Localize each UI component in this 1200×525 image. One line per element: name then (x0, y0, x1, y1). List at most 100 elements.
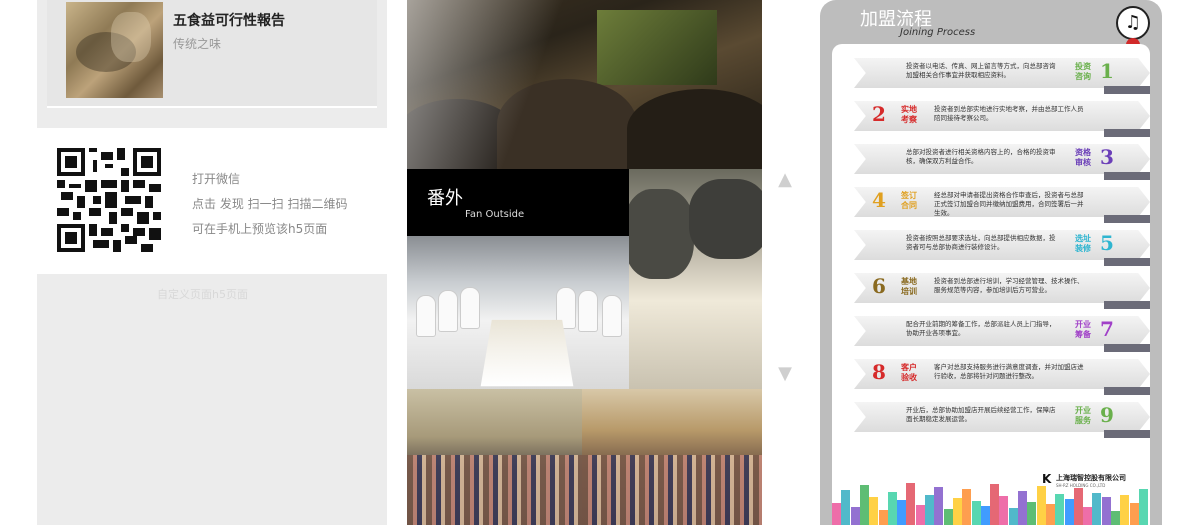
step-number: 5 (1100, 231, 1114, 255)
skyline-building (1101, 497, 1111, 525)
step-number: 2 (872, 102, 886, 126)
skyline-building (990, 484, 1000, 525)
scroll-up-icon[interactable]: ▲ (775, 170, 795, 190)
photo-detail (461, 288, 479, 328)
gallery-photo-training-hall[interactable] (407, 389, 582, 525)
article-title[interactable]: 五食益可行性報告 (173, 10, 285, 30)
process-step: 3 资格 审核 总部对投资者进行相关资格内容上的，合格的投资审核，确保双方利益合作。 (854, 144, 1150, 184)
skyline-building (1120, 495, 1130, 525)
article-card-inner: 五食益可行性報告 传统之味 (47, 0, 377, 106)
process-step: 9 开业 服务 开业后，总部协助加盟店开展后续经营工作，保障店面长期稳定发展运营。 (854, 402, 1150, 442)
qr-code-icon (57, 148, 161, 252)
photo-gallery: 番外 Fan Outside (407, 0, 762, 525)
step-shadow (1104, 258, 1150, 266)
step-shadow (1104, 172, 1150, 180)
skyline-building (999, 496, 1009, 525)
step-shadow (1104, 215, 1150, 223)
qr-instruction-2: 点击 发现 扫一扫 扫描二维码 (192, 197, 348, 211)
qr-instruction-1: 打开微信 (192, 172, 241, 186)
step-label: 开业 服务 (1075, 406, 1091, 425)
gallery-photo-chef-demo[interactable] (629, 169, 762, 389)
qr-instruction-3: 可在手机上预览该h5页面 (192, 222, 328, 236)
skyline-building (971, 501, 981, 525)
skyline-building (943, 509, 953, 525)
skyline-building (878, 510, 888, 525)
step-number: 7 (1100, 317, 1114, 341)
step-description: 经总部对申请者提出资格合作审查后，投资者与总部正式签订加盟合同并缴纳加盟费用，合… (934, 191, 1084, 217)
process-step: 4 签订 合同 经总部对申请者提出资格合作审查后，投资者与总部正式签订加盟合同并缴纳… (854, 187, 1150, 227)
skyline-building (952, 498, 962, 525)
article-subtitle: 传统之味 (173, 37, 222, 51)
article-card[interactable]: 五食益可行性報告 传统之味 (47, 0, 377, 108)
fan-title: 番外 (427, 188, 463, 209)
photo-detail (579, 291, 597, 331)
photo-detail (417, 296, 435, 336)
faded-label: 自定义页面h5页面 (157, 288, 248, 301)
step-shadow (1104, 387, 1150, 395)
left-column: 五食益可行性報告 传统之味 打开微信 点击 发现 扫一扫 扫描二维码 可在手机上… (37, 0, 387, 525)
fan-outside-caption: 番外 Fan Outside (407, 169, 629, 236)
skyline-building (850, 507, 860, 525)
step-number: 1 (1100, 59, 1114, 83)
qr-card: 打开微信 点击 发现 扫一扫 扫描二维码 可在手机上预览该h5页面 (37, 128, 387, 274)
process-subtitle: Joining Process (900, 27, 976, 38)
skyline-building (1129, 503, 1139, 525)
process-step: 2 实地 考察 投资者到总部实地进行实地考察，并由总部工作人员陪同接待考察公司。 (854, 101, 1150, 141)
step-label: 选址 装修 (1075, 234, 1091, 253)
process-step: 6 基地 培训 投资者到总部进行培训，学习经营管理、技术操作、服务规范等内容，参加培… (854, 273, 1150, 313)
step-shadow (1104, 86, 1150, 94)
photo-detail (689, 179, 762, 259)
gallery-photo-tasting-event[interactable] (407, 0, 762, 169)
skyline-building (934, 487, 944, 525)
skyline-building (1073, 488, 1083, 525)
photo-detail (407, 455, 582, 525)
step-description: 投资者按照总部要求选址，向总部提供相应数据，投资者可与总部协商进行装修设计。 (906, 234, 1056, 251)
step-number: 9 (1100, 403, 1114, 427)
process-step: 1 投资 咨询 投资者以电话、传真、网上留言等方式，向总部咨询加盟相关合作事宜并获取… (854, 58, 1150, 98)
company-name-en: SH-RZ HOLDING CO.,LTD (1056, 483, 1106, 488)
step-description: 投资者到总部实地进行实地考察，并由总部工作人员陪同接待考察公司。 (934, 105, 1084, 122)
process-step: 7 开业 筹备 配合开业前期的筹备工作，总部派驻人员上门指导，协助开业各项事宜。 (854, 316, 1150, 356)
skyline-building (1055, 494, 1065, 525)
photo-detail (407, 0, 607, 169)
photo-detail (480, 319, 574, 387)
step-shadow (1104, 129, 1150, 137)
skyline-building (980, 506, 990, 525)
step-label: 客户 验收 (901, 363, 917, 382)
scroll-down-icon[interactable]: ▼ (775, 364, 795, 384)
skyline-building (1008, 508, 1018, 525)
step-number: 6 (872, 274, 886, 298)
fan-subtitle: Fan Outside (465, 209, 525, 220)
article-thumbnail[interactable] (66, 2, 163, 98)
skyline-building (897, 500, 907, 525)
skyline-building (906, 483, 916, 525)
music-icon[interactable]: ♫ (1116, 6, 1150, 40)
step-label: 开业 筹备 (1075, 320, 1091, 339)
photo-detail (629, 189, 694, 279)
photo-detail (597, 10, 717, 85)
thumbnail-shape (111, 12, 151, 62)
step-description: 投资者到总部进行培训，学习经营管理、技术操作、服务规范等内容，参加培训后方可营业… (934, 277, 1084, 294)
photo-detail (603, 296, 621, 336)
process-steps-container: 1 投资 咨询 投资者以电话、传真、网上留言等方式，向总部咨询加盟相关合作事宜并获取… (832, 44, 1150, 525)
step-label: 资格 审核 (1075, 148, 1091, 167)
skyline-building (962, 489, 972, 525)
skyline-building (1064, 499, 1074, 525)
step-shadow (1104, 344, 1150, 352)
skyline-building (1111, 511, 1120, 525)
company-logo-icon: K (1042, 472, 1052, 486)
skyline-building (925, 495, 934, 525)
step-description: 开业后，总部协助加盟店开展后续经营工作，保障店面长期稳定发展运营。 (906, 406, 1056, 423)
skyline-building (832, 503, 841, 525)
skyline-building (1083, 507, 1093, 525)
gallery-photo-chef-banquet[interactable] (407, 236, 629, 389)
skyline-building (869, 497, 879, 525)
gallery-photo-conference[interactable] (582, 389, 762, 525)
process-step: 5 选址 装修 投资者按照总部要求选址，向总部提供相应数据，投资者可与总部协商进行装… (854, 230, 1150, 270)
step-label: 签订 合同 (901, 191, 917, 210)
step-shadow (1104, 430, 1150, 438)
step-number: 8 (872, 360, 886, 384)
photo-detail (627, 89, 762, 169)
joining-process-panel: 加盟流程 Joining Process ♫ 1 投资 咨询 投资者以电话、传真、网… (820, 0, 1162, 525)
step-number: 4 (872, 188, 886, 212)
